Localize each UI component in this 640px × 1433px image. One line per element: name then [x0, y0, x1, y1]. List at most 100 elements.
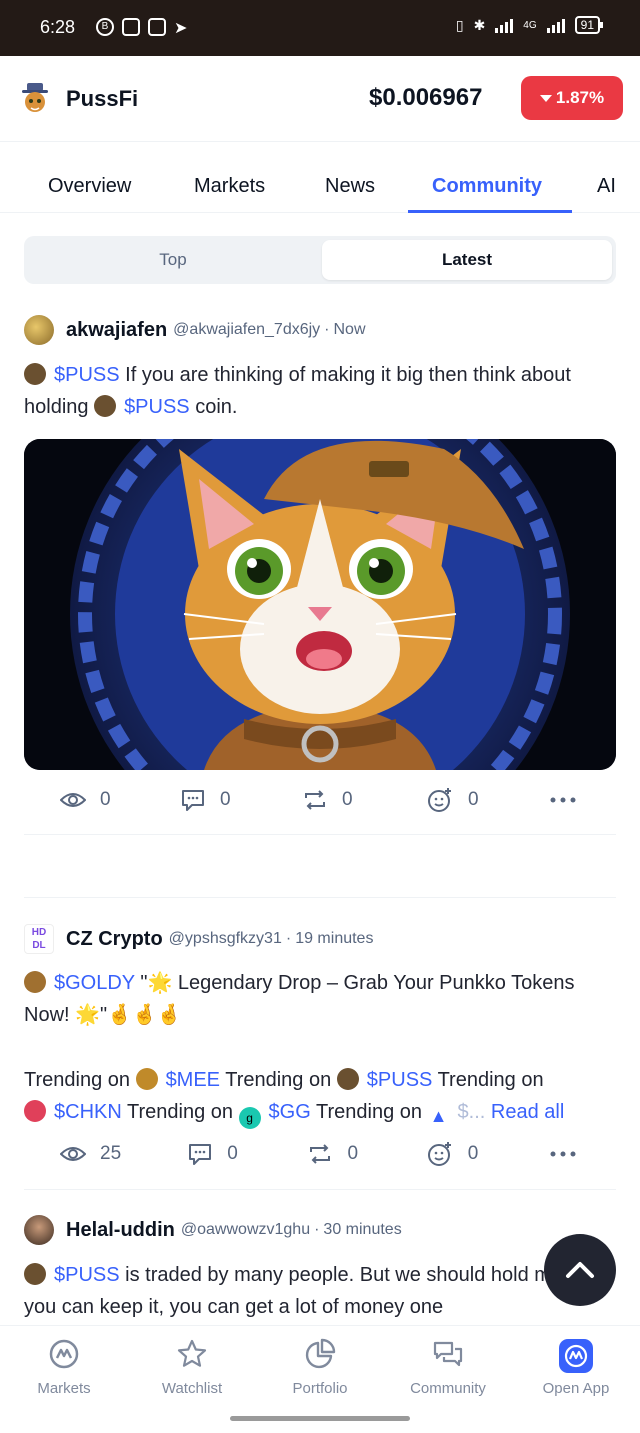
star-icon: [177, 1339, 207, 1367]
post-text: Trending on: [121, 1101, 239, 1123]
author-name[interactable]: CZ Crypto: [66, 928, 163, 951]
ticker-link[interactable]: $PUSS: [124, 396, 190, 418]
ticker-link[interactable]: $GG: [269, 1101, 311, 1123]
views-value: 25: [100, 1143, 122, 1164]
nav-open-app[interactable]: Open App: [512, 1338, 640, 1397]
ticker-link[interactable]: $...: [458, 1101, 486, 1123]
more-options-button[interactable]: [550, 1151, 590, 1157]
comment-button[interactable]: 0: [187, 1142, 307, 1166]
tab-ai[interactable]: AI: [597, 175, 640, 198]
tab-overview[interactable]: Overview: [48, 175, 131, 198]
nav-watchlist[interactable]: Watchlist: [128, 1338, 256, 1397]
ticker-link[interactable]: $GOLDY: [54, 972, 135, 994]
nav-community[interactable]: Community: [384, 1338, 512, 1397]
eye-icon: [60, 1147, 86, 1161]
post-time: 30 minutes: [323, 1221, 402, 1238]
discord-icon: [122, 18, 140, 36]
separator-dot: ·: [285, 930, 292, 947]
post-text: Trending on: [432, 1069, 544, 1091]
gg-token-icon: g: [238, 1107, 261, 1129]
avatar[interactable]: [24, 315, 54, 345]
active-tab-indicator: [408, 210, 572, 213]
author-name[interactable]: Helal-uddin: [66, 1219, 175, 1242]
section-tabs: Overview Markets News Community AI: [0, 160, 640, 213]
reactions-value: 0: [467, 1143, 479, 1164]
tab-markets[interactable]: Markets: [194, 175, 265, 198]
repost-button[interactable]: 0: [307, 1142, 425, 1166]
puss-token-icon: [24, 363, 46, 385]
app-logo-icon: [559, 1339, 593, 1373]
post-time: Now: [333, 321, 366, 338]
ticker-link[interactable]: $PUSS: [367, 1069, 433, 1091]
ticker-link[interactable]: $CHKN: [54, 1101, 122, 1123]
sort-top-button[interactable]: Top: [28, 240, 318, 280]
separator-dot: ·: [324, 321, 330, 338]
post-body: $PUSS If you are thinking of making it b…: [24, 359, 616, 423]
bluetooth-icon: ✱: [473, 16, 486, 33]
post-body: $GOLDY "🌟 Legendary Drop – Grab Your Pun…: [24, 967, 616, 1129]
tab-community[interactable]: Community: [432, 175, 542, 198]
reaction-button[interactable]: 0: [426, 1140, 550, 1168]
nav-label: Watchlist: [161, 1380, 223, 1397]
post-author-row: HD DL CZ Crypto @ypshsgfkzy31 · 19 minute…: [24, 924, 373, 954]
add-reaction-icon: [428, 788, 451, 812]
views-count: 25: [60, 1143, 187, 1165]
bottom-navigation: Markets Watchlist Portfolio Community Op…: [0, 1325, 640, 1409]
comments-value: 0: [220, 789, 231, 810]
post-image[interactable]: [24, 439, 616, 770]
post-divider: [24, 834, 616, 835]
post-divider: [24, 897, 616, 898]
puss-token-icon: [94, 395, 117, 417]
chat-bubbles-icon: [433, 1341, 463, 1367]
more-icon: [550, 1151, 576, 1157]
notification-icons: B ➤: [96, 18, 187, 38]
ticker-link[interactable]: $PUSS: [54, 364, 120, 386]
ticker-link[interactable]: $MEE: [166, 1069, 220, 1091]
post-time: 19 minutes: [295, 930, 374, 947]
system-status-bar: 6:28 B ➤ ▯ ✱ 4G 91: [0, 0, 640, 56]
repost-icon: [305, 790, 325, 810]
feed-sort-toggle: Top Latest: [24, 236, 616, 284]
more-options-button[interactable]: [550, 797, 590, 803]
post-body: $PUSS is traded by many people. But we s…: [24, 1259, 616, 1325]
sort-latest-button[interactable]: Latest: [322, 240, 612, 280]
gesture-home-bar[interactable]: [230, 1416, 410, 1421]
author-name[interactable]: akwajiafen: [66, 319, 167, 342]
coin-name: PussFi: [66, 86, 139, 111]
price-change-value: 1.87%: [555, 88, 605, 107]
scroll-to-top-button[interactable]: [544, 1234, 616, 1306]
nav-label: Community: [410, 1380, 486, 1397]
nav-label: Open App: [542, 1380, 610, 1397]
post-text: Trending on: [24, 1069, 136, 1091]
puss-token-icon: [336, 1068, 359, 1090]
pie-chart-icon: [305, 1338, 336, 1369]
discord-icon-2: [148, 18, 166, 36]
reaction-button[interactable]: 0: [426, 786, 550, 814]
repost-icon: [310, 1144, 331, 1164]
comment-icon: [189, 1144, 212, 1165]
add-reaction-icon: [427, 1142, 451, 1166]
network-type: 4G: [523, 19, 537, 31]
avatar[interactable]: [24, 1215, 54, 1245]
vibrate-icon: ▯: [455, 16, 464, 33]
post-text: Trending on: [220, 1069, 337, 1091]
nav-markets[interactable]: Markets: [0, 1338, 128, 1397]
avatar[interactable]: HD DL: [24, 924, 54, 954]
post-actions: 25 0 0 0: [60, 1139, 590, 1169]
signal-icon: [495, 17, 514, 33]
reposts-value: 0: [342, 789, 353, 810]
post-divider: [24, 1189, 616, 1190]
nav-label: Portfolio: [292, 1380, 348, 1397]
comment-button[interactable]: 0: [180, 788, 302, 812]
cat-illustration: [24, 439, 616, 770]
chkn-token-icon: [24, 1100, 46, 1122]
read-all-link[interactable]: Read all: [491, 1101, 564, 1123]
tab-news[interactable]: News: [325, 175, 375, 198]
coin-header: PussFi $0.006967 1.87%: [0, 56, 640, 142]
eye-icon: [60, 793, 86, 807]
repost-button[interactable]: 0: [302, 788, 426, 812]
ticker-link[interactable]: $PUSS: [54, 1264, 120, 1286]
comment-icon: [182, 790, 204, 811]
nav-portfolio[interactable]: Portfolio: [256, 1338, 384, 1397]
author-handle: @akwajiafen_7dx6jy: [173, 321, 321, 338]
